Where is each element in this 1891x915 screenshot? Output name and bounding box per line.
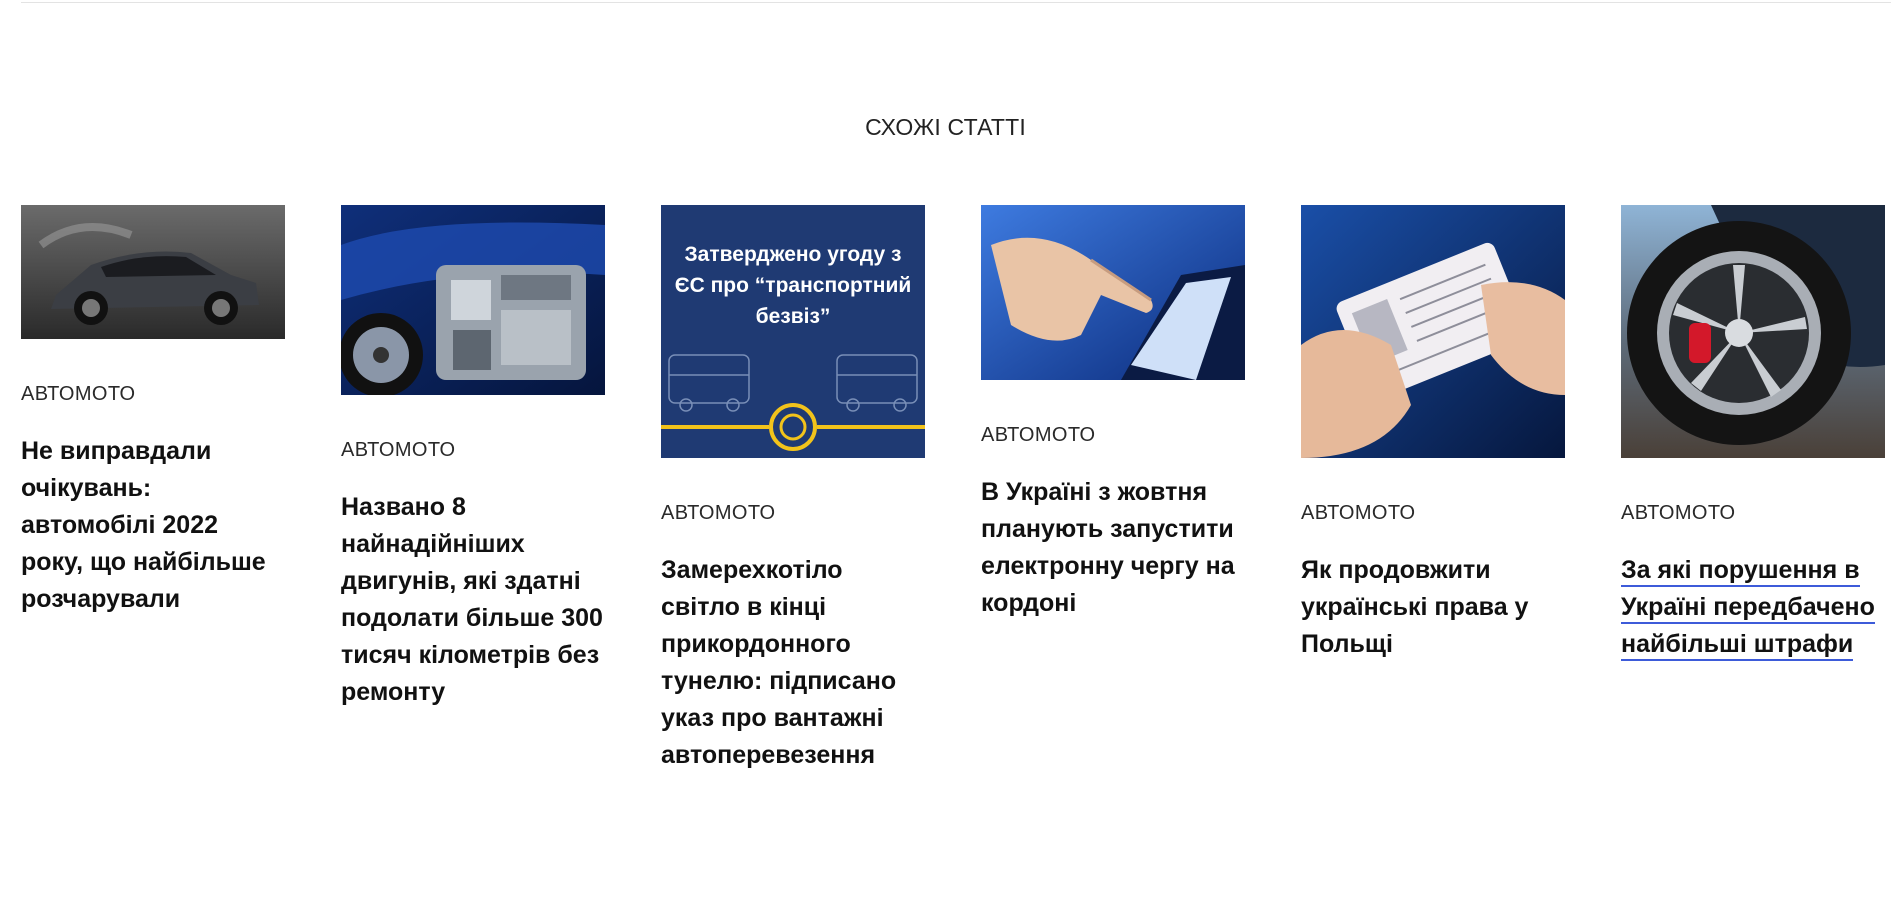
banner-text-line: безвіз” [756,305,831,328]
article-title-link[interactable]: Названо 8 найнадійніших двигунів, які зд… [341,489,605,711]
car-wheel-photo-icon [1621,205,1885,458]
article-card: Затверджено угоду з ЄС про “транспортний… [661,205,925,774]
article-card: АВТОМОТО В Україні з жовтня планують зап… [981,205,1245,622]
article-card: АВТОМОТО Як продовжити українські права … [1301,205,1565,663]
article-title-text: Не виправдали очікувань: автомобілі 2022… [21,437,266,613]
transport-bezviz-banner-icon: Затверджено угоду з ЄС про “транспортний… [661,205,925,458]
top-divider [21,2,1891,3]
article-title-link[interactable]: За які порушення в Україні передбачено н… [1621,552,1885,663]
banner-text-line: ЄС про “транспортний [675,274,912,297]
hand-tablet-photo-icon [981,205,1245,380]
article-image-link[interactable] [341,205,605,395]
article-title-link[interactable]: Як продовжити українські права у Польщі [1301,552,1565,663]
article-image-link[interactable] [981,205,1245,380]
article-title-link[interactable]: Не виправдали очікувань: автомобілі 2022… [21,433,285,618]
article-category-link[interactable]: АВТОМОТО [341,439,605,462]
article-card: АВТОМОТО Не виправдали очікувань: автомо… [21,205,285,618]
car-photo-icon [21,205,285,339]
article-category-link[interactable]: АВТОМОТО [1621,502,1885,525]
article-title-text: В Україні з жовтня планують запустити ел… [981,478,1235,617]
article-category-link[interactable]: АВТОМОТО [21,383,285,406]
article-category-link[interactable]: АВТОМОТО [661,502,925,525]
article-title-text: Замерехкотіло світло в кінці прикордонно… [661,556,897,769]
article-title-text: За які порушення в Україні передбачено н… [1621,556,1875,661]
section-title: СХОЖІ СТАТТІ [865,114,1026,140]
article-category-link[interactable]: АВТОМОТО [981,424,1245,447]
article-title-text: Названо 8 найнадійніших двигунів, які зд… [341,493,603,706]
article-category-link[interactable]: АВТОМОТО [1301,502,1565,525]
article-image-link[interactable] [1301,205,1565,458]
article-card: АВТОМОТО Названо 8 найнадійніших двигуні… [341,205,605,711]
banner-text-line: Затверджено угоду з [685,243,902,266]
article-title-link[interactable]: В Україні з жовтня планують запустити ел… [981,474,1245,622]
driver-license-photo-icon [1301,205,1565,458]
article-image-link[interactable] [21,205,285,339]
article-image-link[interactable]: Затверджено угоду з ЄС про “транспортний… [661,205,925,458]
article-image-link[interactable] [1621,205,1885,458]
article-title-link[interactable]: Замерехкотіло світло в кінці прикордонно… [661,552,925,774]
article-title-text: Як продовжити українські права у Польщі [1301,556,1529,658]
article-card: АВТОМОТО За які порушення в Україні пере… [1621,205,1885,663]
engine-photo-icon [341,205,605,395]
